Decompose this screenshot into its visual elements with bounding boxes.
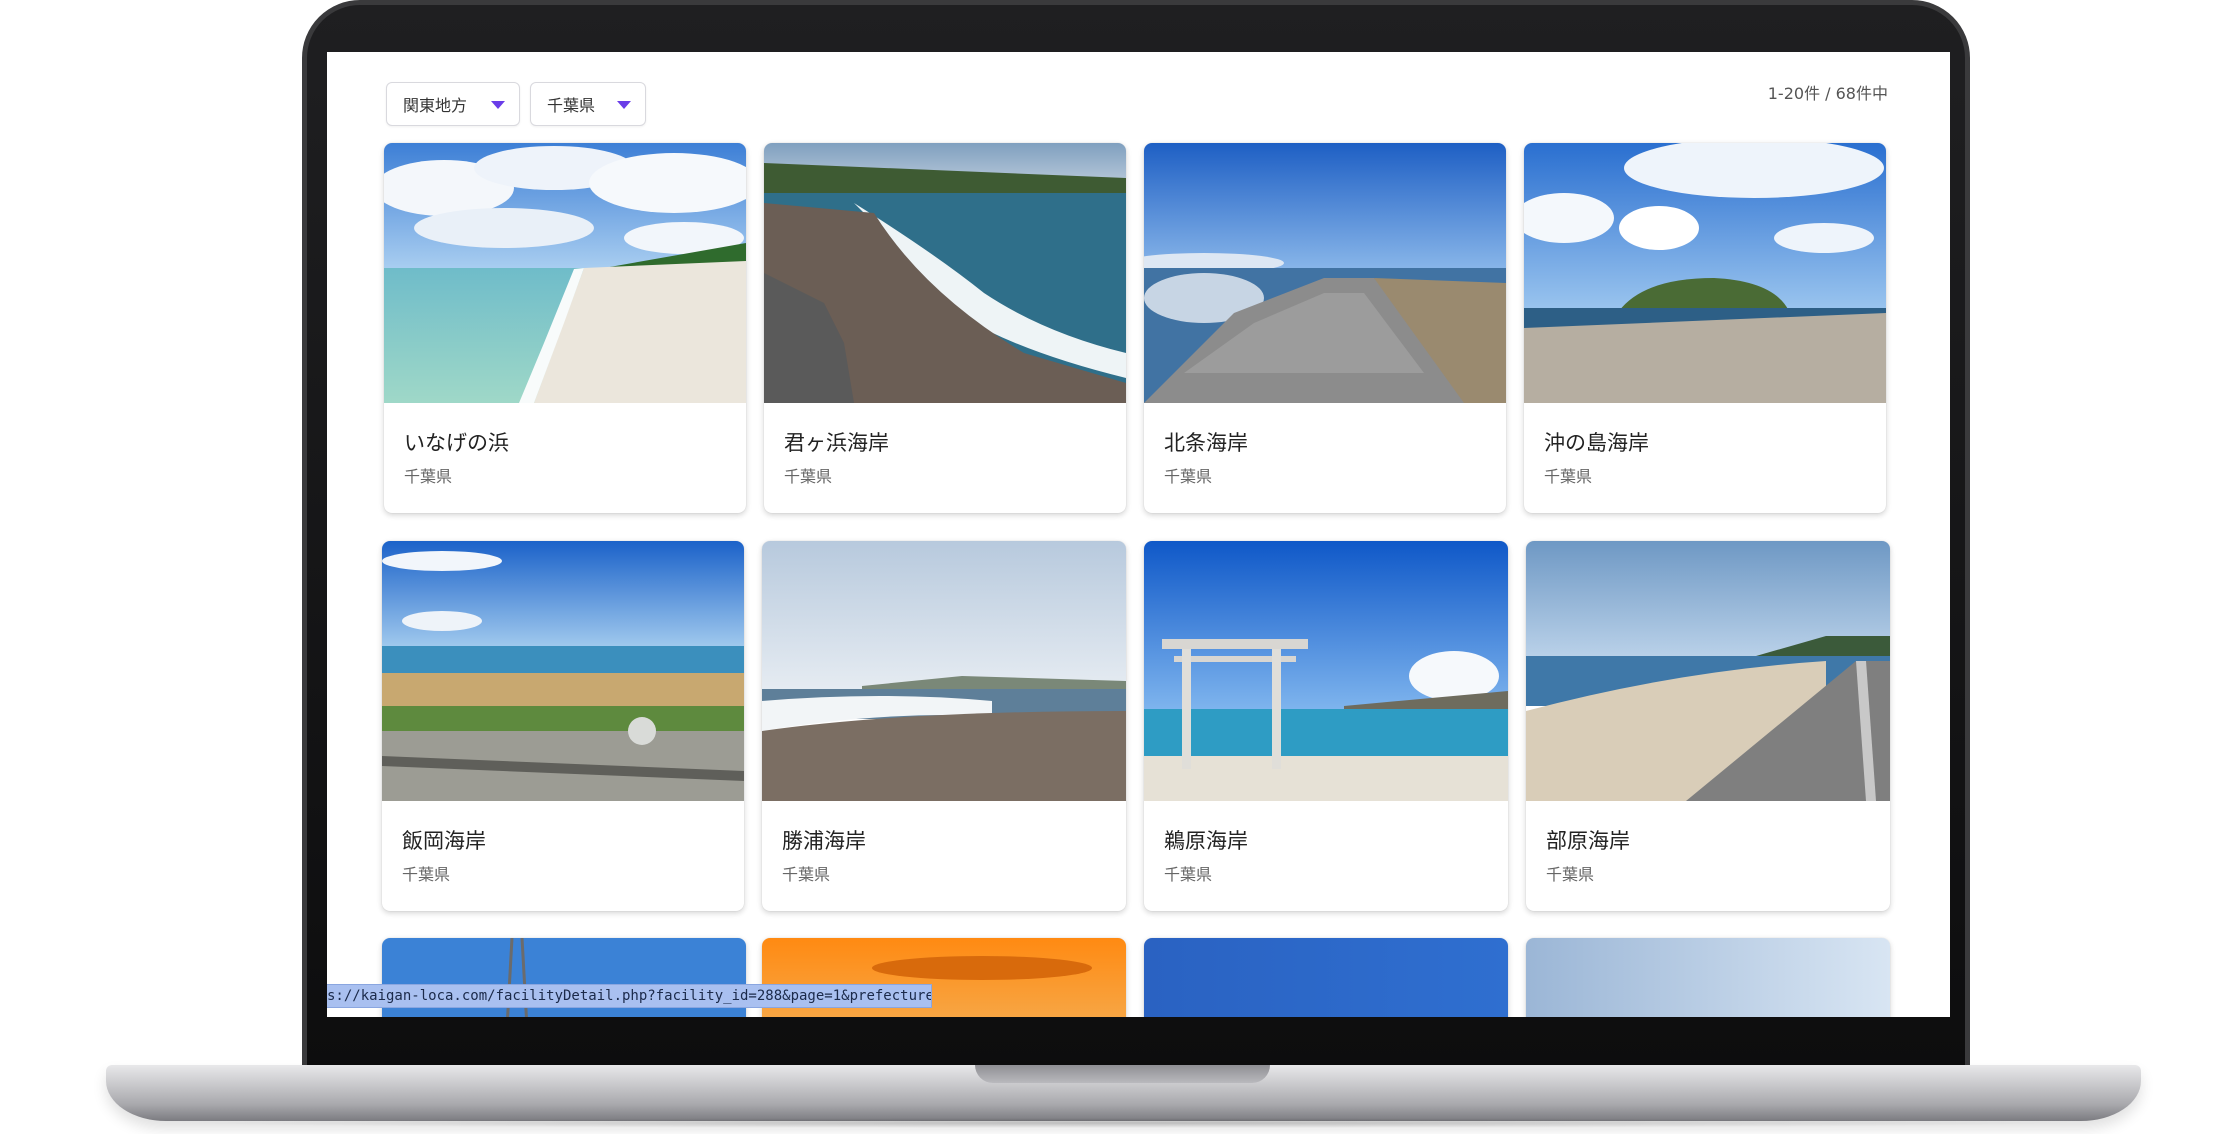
- prefecture-select-value: 千葉県: [547, 96, 596, 115]
- beach-photo: [1144, 541, 1508, 801]
- laptop-base-notch: [975, 1065, 1270, 1083]
- beach-prefecture: 千葉県: [1544, 467, 1593, 486]
- beach-photo: [764, 143, 1126, 403]
- beach-card[interactable]: [1526, 938, 1890, 1017]
- browser-viewport: 関東地方 千葉県 1-20件 / 68件中 いなげの浜 千葉県 君ヶ浜海岸 千葉…: [327, 52, 1950, 1017]
- beach-card[interactable]: 部原海岸 千葉県: [1526, 541, 1890, 911]
- beach-name: 飯岡海岸: [402, 829, 486, 853]
- caret-down-icon: [491, 101, 505, 109]
- beach-card[interactable]: 沖の島海岸 千葉県: [1524, 143, 1886, 513]
- beach-card[interactable]: 飯岡海岸 千葉県: [382, 541, 744, 911]
- filter-bar: 関東地方 千葉県: [386, 82, 646, 126]
- beach-card[interactable]: 鵜原海岸 千葉県: [1144, 541, 1508, 911]
- beach-photo: [1524, 143, 1886, 403]
- beach-name: いなげの浜: [404, 431, 509, 455]
- link-status-bar: s://kaigan-loca.com/facilityDetail.php?f…: [327, 984, 932, 1008]
- beach-name: 君ヶ浜海岸: [784, 431, 889, 455]
- beach-prefecture: 千葉県: [1164, 865, 1213, 884]
- beach-prefecture: 千葉県: [404, 467, 453, 486]
- beach-prefecture: 千葉県: [1546, 865, 1595, 884]
- beach-photo: [1144, 143, 1506, 403]
- beach-card[interactable]: [1144, 938, 1508, 1017]
- beach-name: 北条海岸: [1164, 431, 1248, 455]
- beach-photo: [1526, 541, 1890, 801]
- beach-photo: [1144, 938, 1508, 1017]
- beach-name: 鵜原海岸: [1164, 829, 1248, 853]
- beach-card[interactable]: 北条海岸 千葉県: [1144, 143, 1506, 513]
- laptop-shadow: [160, 1118, 2090, 1128]
- beach-photo: [384, 143, 746, 403]
- beach-card[interactable]: 君ヶ浜海岸 千葉県: [764, 143, 1126, 513]
- beach-prefecture: 千葉県: [1164, 467, 1213, 486]
- beach-photo: [1526, 938, 1890, 1017]
- beach-card[interactable]: いなげの浜 千葉県: [384, 143, 746, 513]
- region-select[interactable]: 関東地方: [386, 82, 520, 126]
- beach-name: 部原海岸: [1546, 829, 1630, 853]
- beach-card[interactable]: 勝浦海岸 千葉県: [762, 541, 1126, 911]
- beach-prefecture: 千葉県: [782, 865, 831, 884]
- beach-photo: [382, 541, 744, 801]
- region-select-value: 関東地方: [403, 96, 468, 115]
- result-count: 1-20件 / 68件中: [1767, 84, 1888, 103]
- beach-name: 沖の島海岸: [1544, 431, 1649, 455]
- beach-prefecture: 千葉県: [402, 865, 451, 884]
- prefecture-select[interactable]: 千葉県: [530, 82, 646, 126]
- caret-down-icon: [617, 101, 631, 109]
- beach-name: 勝浦海岸: [782, 829, 866, 853]
- beach-photo: [762, 541, 1126, 801]
- beach-prefecture: 千葉県: [784, 467, 833, 486]
